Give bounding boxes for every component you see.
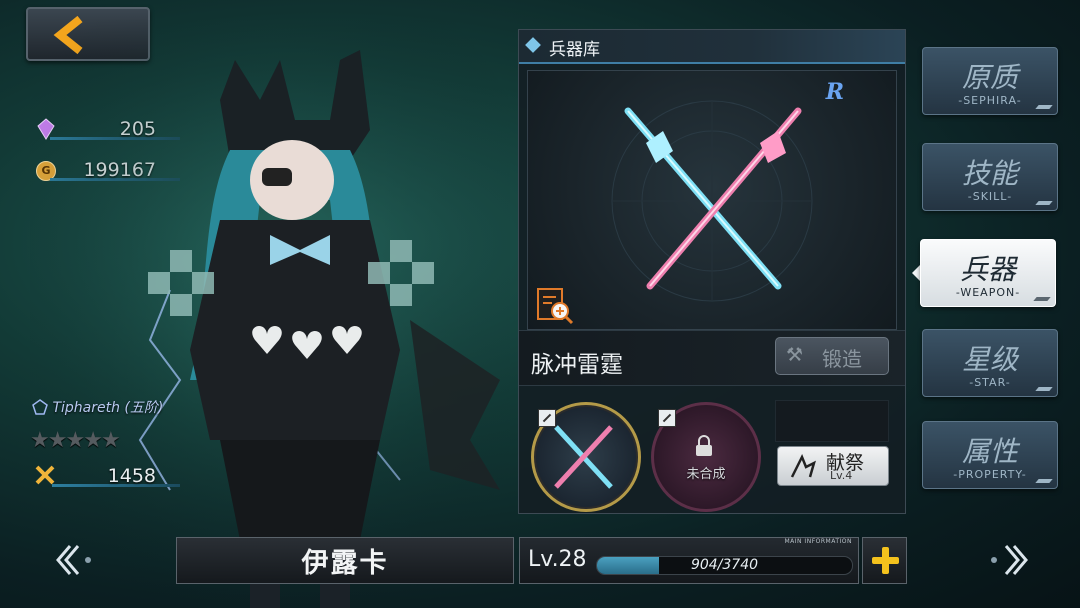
lock-icon bbox=[696, 435, 712, 456]
panel-header: 兵器库 bbox=[519, 30, 905, 64]
level-bar: MAIN INFORMATION Lv.28 904/3740 bbox=[519, 537, 859, 584]
rarity-badge: R bbox=[825, 79, 844, 105]
zoom-detail-icon[interactable] bbox=[534, 285, 574, 325]
tab-notch bbox=[1035, 479, 1053, 483]
tab-notch bbox=[1035, 105, 1053, 109]
tab-skill[interactable]: 技能 -SKILL- bbox=[922, 143, 1058, 211]
crossed-swords-icon bbox=[35, 465, 55, 485]
exp-bar: 904/3740 bbox=[596, 556, 853, 575]
add-exp-button[interactable] bbox=[862, 537, 907, 584]
weapon-slots: 未合成 献祭 Lv.4 bbox=[519, 390, 905, 512]
empty-slot bbox=[775, 400, 889, 442]
character-name: 伊露卡 bbox=[176, 537, 514, 584]
weapon-slot-equipped[interactable] bbox=[531, 402, 641, 512]
tab-notch bbox=[1033, 297, 1051, 301]
prev-character-button[interactable] bbox=[52, 542, 98, 587]
tab-sephira[interactable]: 原质 -SEPHIRA- bbox=[922, 47, 1058, 115]
plus-icon bbox=[872, 547, 899, 574]
tab-label: 技能 bbox=[961, 157, 1018, 190]
chevron-right-icon bbox=[991, 545, 1028, 575]
rank-tier: (五阶) bbox=[124, 400, 164, 416]
weapon-name: 脉冲雷霆 bbox=[531, 352, 623, 378]
panel-title: 兵器库 bbox=[549, 40, 600, 60]
sacrifice-icon bbox=[790, 453, 816, 478]
tab-notch bbox=[1035, 387, 1053, 391]
tab-notch bbox=[1035, 201, 1053, 205]
rank-name: Tiphareth bbox=[52, 400, 120, 416]
weapon-name-row: 脉冲雷霆 ⚒ 锻造 bbox=[519, 330, 905, 386]
main-information-label: MAIN INFORMATION bbox=[784, 538, 852, 545]
tab-property[interactable]: 属性 -PROPERTY- bbox=[922, 421, 1058, 489]
tab-label: 兵器 bbox=[959, 253, 1016, 286]
tab-weapon[interactable]: 兵器 -WEAPON- bbox=[920, 239, 1056, 307]
tab-label: 星级 bbox=[961, 343, 1018, 376]
forge-button[interactable]: ⚒ 锻造 bbox=[775, 337, 889, 375]
exp-text: 904/3740 bbox=[690, 557, 759, 573]
rank-emblem-icon bbox=[32, 399, 48, 415]
next-character-button[interactable] bbox=[986, 542, 1032, 587]
sacrifice-button[interactable]: 献祭 Lv.4 bbox=[777, 446, 889, 486]
cube-icon bbox=[525, 37, 541, 53]
tab-label: 属性 bbox=[961, 435, 1018, 468]
sacrifice-level: Lv.4 bbox=[830, 469, 853, 482]
weapon-illustration bbox=[611, 100, 813, 302]
combat-power: 1458 bbox=[30, 463, 180, 489]
tab-label: 原质 bbox=[961, 61, 1018, 94]
level-text: Lv.28 bbox=[528, 547, 587, 572]
star-rating: ★★★★★ bbox=[30, 428, 121, 453]
forge-label: 锻造 bbox=[822, 347, 862, 371]
character-portrait bbox=[30, 20, 510, 608]
forge-hammer-icon: ⚒ bbox=[786, 344, 804, 366]
weapon-panel: 兵器库 R 脉冲雷霆 ⚒ 锻造 未合成 献祭 Lv.4 bbox=[518, 29, 906, 514]
weapon-showcase: R bbox=[527, 70, 897, 330]
rank-label: Tiphareth (五阶) bbox=[32, 397, 163, 417]
power-value: 1458 bbox=[107, 465, 156, 487]
tab-star[interactable]: 星级 -STAR- bbox=[922, 329, 1058, 397]
unsynthesized-label: 未合成 bbox=[686, 467, 726, 482]
star-icon: ★ bbox=[100, 428, 121, 453]
chevron-left-icon bbox=[56, 545, 91, 575]
edit-tag-icon bbox=[658, 409, 676, 427]
weapon-thumb bbox=[554, 425, 613, 489]
weapon-slot-locked[interactable]: 未合成 bbox=[651, 402, 761, 512]
